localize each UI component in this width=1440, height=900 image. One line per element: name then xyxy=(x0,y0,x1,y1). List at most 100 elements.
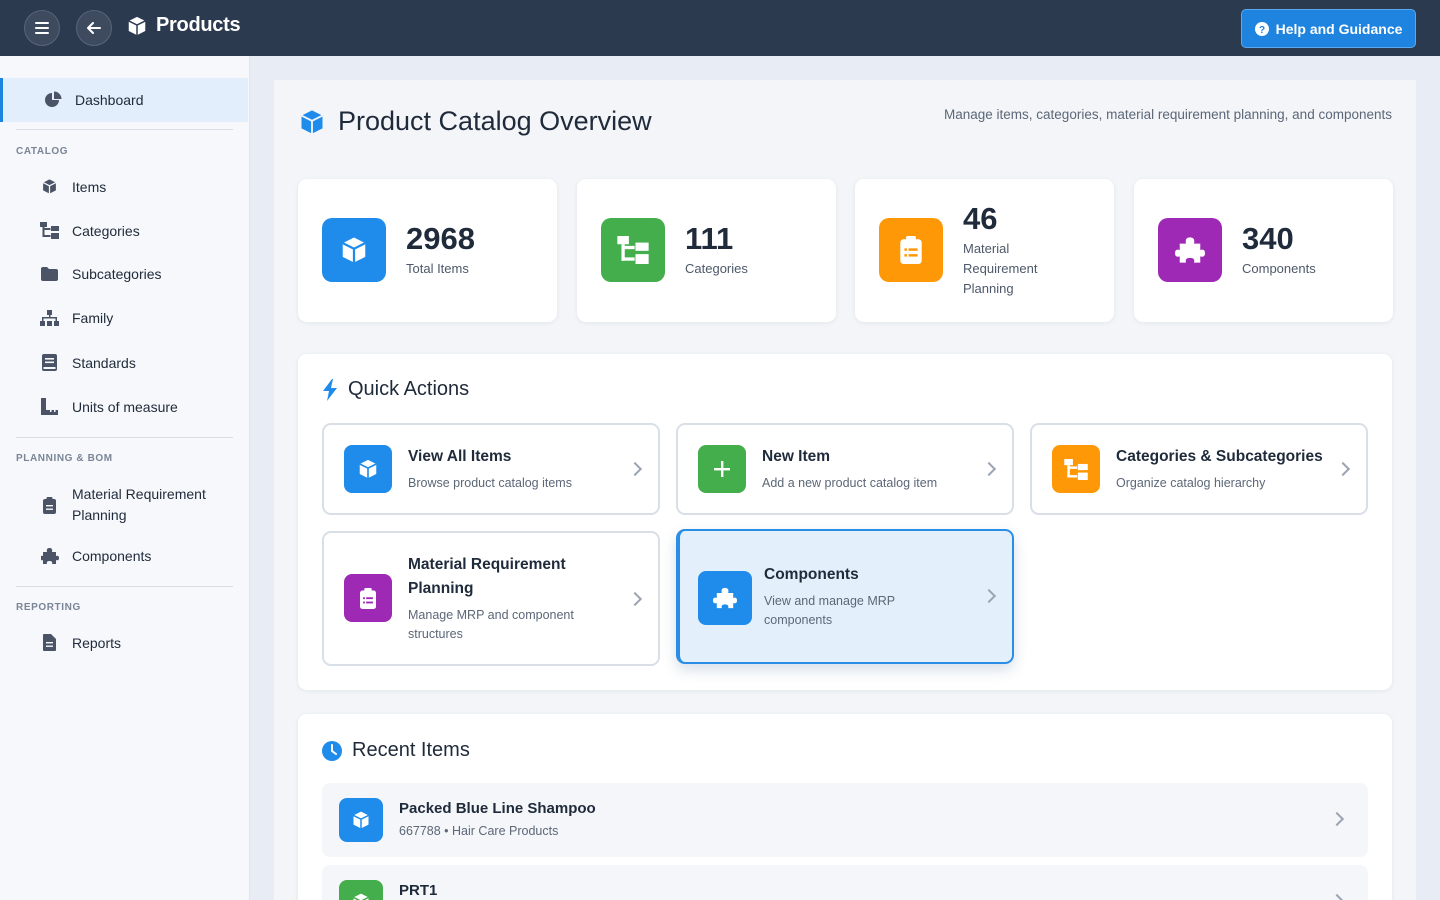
ruler-icon xyxy=(40,398,59,415)
sidebar-item-label: Subcategories xyxy=(72,266,162,282)
quick-action-desc-line: components xyxy=(764,613,833,627)
svg-text:?: ? xyxy=(1259,25,1265,36)
puzzle-icon xyxy=(698,571,752,625)
sidebar-item-reports[interactable]: Reports xyxy=(40,634,121,651)
section-planning: PLANNING & BOM xyxy=(16,453,113,464)
sidebar-item-label: Dashboard xyxy=(75,92,144,108)
quick-actions-title: Quick Actions xyxy=(322,378,469,401)
sidebar-item-standards[interactable]: Standards xyxy=(40,354,136,371)
stat-value: 2968 xyxy=(406,221,475,256)
quick-action-components[interactable]: Components View and manage MRP component… xyxy=(676,529,1014,664)
recent-items-title: Recent Items xyxy=(322,739,470,762)
sidebar-item-subcategories[interactable]: Subcategories xyxy=(40,266,162,282)
sidebar-item-label: Family xyxy=(72,310,114,326)
sidebar: Dashboard CATALOG Items Categories Subca… xyxy=(0,56,250,900)
box-icon xyxy=(301,109,323,134)
clipboard-icon xyxy=(879,218,943,282)
sidebar-item-label: Units of measure xyxy=(72,398,178,415)
bolt-icon xyxy=(323,378,337,401)
hierarchy-icon xyxy=(40,310,59,326)
quick-action-desc: Organize catalog hierarchy xyxy=(1116,476,1266,490)
section-reporting: REPORTING xyxy=(16,602,81,613)
app-title-text: Products xyxy=(156,14,241,36)
section-catalog: CATALOG xyxy=(16,146,69,157)
chevron-right-icon xyxy=(981,461,997,477)
stat-label: Categories xyxy=(685,261,748,276)
box-icon xyxy=(339,798,383,842)
stat-card-mrp: 46 Material Requirement Planning xyxy=(855,179,1114,322)
divider xyxy=(16,586,233,587)
book-icon xyxy=(40,354,59,371)
stat-label-line: Planning xyxy=(963,281,1014,296)
quick-action-desc: View and manage MRP components xyxy=(764,592,895,630)
sidebar-item-label: Components xyxy=(72,548,152,564)
quick-action-view-all-items[interactable]: View All Items Browse product catalog it… xyxy=(322,423,660,515)
quick-action-desc: Add a new product catalog item xyxy=(762,476,938,490)
quick-actions-panel: Quick Actions View All Items Browse prod… xyxy=(298,354,1392,690)
recent-item-name: PRT1 xyxy=(399,882,438,899)
pie-chart-icon xyxy=(44,91,62,109)
sidebar-item-mrp[interactable]: Material Requirement Planning xyxy=(40,484,206,526)
recent-items-title-text: Recent Items xyxy=(352,739,470,761)
page-title: Product Catalog Overview xyxy=(298,106,652,137)
plus-icon xyxy=(698,445,746,493)
quick-action-categories[interactable]: Categories & Subcategories Organize cata… xyxy=(1030,423,1368,515)
help-button[interactable]: ? Help and Guidance xyxy=(1241,9,1416,48)
clock-icon xyxy=(322,740,342,761)
back-button[interactable] xyxy=(76,10,112,46)
quick-action-new-item[interactable]: New Item Add a new product catalog item xyxy=(676,423,1014,515)
stat-label: Material Requirement Planning xyxy=(963,239,1037,299)
quick-action-mrp[interactable]: Material Requirement Planning Manage MRP… xyxy=(322,531,660,666)
top-bar: Products ? Help and Guidance xyxy=(0,0,1440,56)
sidebar-item-label: Material Requirement Planning xyxy=(72,484,206,526)
quick-action-title: Material Requirement Planning xyxy=(408,553,566,601)
quick-action-title-line: Planning xyxy=(408,580,474,597)
quick-action-desc-line: structures xyxy=(408,627,463,641)
clipboard-icon xyxy=(40,496,59,514)
help-button-label: Help and Guidance xyxy=(1275,20,1403,37)
recent-item[interactable]: PRT1 xyxy=(322,865,1368,900)
app-title: Products xyxy=(126,14,241,37)
puzzle-icon xyxy=(1158,218,1222,282)
sitemap-icon xyxy=(1052,445,1100,493)
stat-card-categories: 111 Categories xyxy=(577,179,836,322)
recent-item-name: Packed Blue Line Shampoo xyxy=(399,800,596,817)
quick-action-desc: Manage MRP and component structures xyxy=(408,606,574,644)
sidebar-item-dashboard[interactable]: Dashboard xyxy=(0,78,248,122)
box-icon xyxy=(128,16,146,35)
sidebar-item-label-line1: Material Requirement xyxy=(72,486,206,502)
divider xyxy=(16,129,233,130)
recent-item[interactable]: Packed Blue Line Shampoo 667788 • Hair C… xyxy=(322,783,1368,857)
sidebar-item-categories[interactable]: Categories xyxy=(40,222,140,239)
box-icon xyxy=(339,880,383,900)
box-icon xyxy=(344,445,392,493)
sidebar-item-label: Categories xyxy=(72,222,140,239)
quick-action-title: Components xyxy=(764,566,859,583)
chevron-right-icon xyxy=(627,461,643,477)
sidebar-item-label: Reports xyxy=(72,634,122,651)
quick-action-title: Categories & Subcategories xyxy=(1116,448,1323,465)
quick-action-title-line: Material Requirement xyxy=(408,556,566,573)
quick-action-desc-line: View and manage MRP xyxy=(764,594,896,608)
sidebar-item-label: Items xyxy=(72,178,107,195)
stat-value: 340 xyxy=(1242,221,1294,256)
sitemap-icon xyxy=(601,218,665,282)
sidebar-item-components[interactable]: Components xyxy=(40,547,151,565)
hamburger-icon xyxy=(35,22,49,34)
sidebar-item-family[interactable]: Family xyxy=(40,310,113,326)
document-icon xyxy=(40,634,59,651)
menu-button[interactable] xyxy=(24,10,60,46)
question-circle-icon: ? xyxy=(1254,21,1269,36)
arrow-left-icon xyxy=(87,22,101,34)
sidebar-item-items[interactable]: Items xyxy=(40,178,106,195)
quick-action-title: View All Items xyxy=(408,448,512,465)
stat-value: 111 xyxy=(685,221,734,256)
divider xyxy=(16,437,233,438)
chevron-right-icon xyxy=(627,591,643,607)
quick-action-desc-line: Manage MRP and component xyxy=(408,608,574,622)
stat-card-total-items: 2968 Total Items xyxy=(298,179,557,322)
sidebar-item-units-of-measure[interactable]: Units of measure xyxy=(40,398,178,415)
stat-label: Total Items xyxy=(406,261,469,276)
folder-icon xyxy=(40,267,59,281)
quick-action-desc: Browse product catalog items xyxy=(408,476,572,490)
